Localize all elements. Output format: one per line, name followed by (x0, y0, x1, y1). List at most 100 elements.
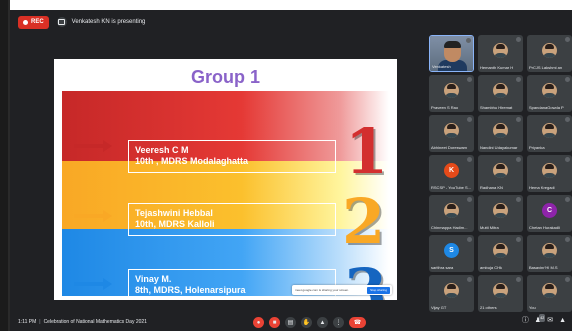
participant-name: Hemanth Kumar H (480, 65, 514, 70)
avatar (493, 203, 508, 218)
mic-status-icon (516, 237, 521, 242)
avatar (542, 83, 557, 98)
participant-tile[interactable]: C Chetan Hurakadli (527, 195, 572, 232)
mic-status-icon (565, 37, 570, 42)
participant-tile[interactable]: Radhana KN (478, 155, 523, 192)
winner-first-detail: 10th , MDRS Modalaghatta (135, 156, 249, 166)
slide-content: Veeresh C M 10th , MDRS Modalaghatta Tej… (62, 91, 389, 300)
presenting-icon (56, 17, 67, 27)
participant-tile[interactable]: Vijay GT (429, 275, 474, 312)
more-options-icon[interactable]: ⋮ (333, 317, 344, 328)
participant-name: Priyanka (529, 145, 545, 150)
mic-status-icon (467, 77, 472, 82)
avatar (542, 283, 557, 298)
present-icon[interactable]: ▲ (317, 317, 328, 328)
chat-icon[interactable]: ✉ (547, 317, 553, 325)
mic-status-icon (466, 38, 471, 43)
rank-number-2: 2 (342, 185, 386, 258)
participant-count: 42 (539, 314, 546, 322)
winner-second-name: Tejashwini Hebbal (135, 208, 213, 218)
share-notice-text: meet.google.com is sharing your screen. (295, 288, 350, 292)
side-controls: ⓘ ♟ 42 ✉ ▲ (522, 314, 566, 325)
participant-tile[interactable]: Ssarithra sara (429, 235, 474, 272)
participant-name: Abhineet Doreswam (431, 145, 468, 150)
activities-icon[interactable]: ▲ (559, 317, 566, 325)
winner-third-name: Vinay M. (135, 274, 172, 284)
mic-off-icon[interactable]: ● (253, 317, 264, 328)
mic-status-icon (516, 117, 521, 122)
meet-window: REC Venkatesh KN is presenting Group 1 V… (10, 10, 572, 331)
mic-status-icon (516, 197, 521, 202)
stop-sharing-button[interactable]: Stop sharing (367, 286, 390, 294)
participant-name: PrCJS Lakshmi an (529, 65, 563, 70)
camera-off-icon[interactable]: ■ (269, 317, 280, 328)
mic-status-icon (565, 277, 570, 282)
winner-second: Tejashwini Hebbal 10th, MDRS Kalloli (128, 203, 336, 236)
participant-name: RSCSP - YouTube S... (431, 185, 472, 190)
avatar (444, 83, 459, 98)
participant-name: sarithra sara (431, 265, 454, 270)
mic-status-icon (467, 197, 472, 202)
participant-name: Praveen S Rao (431, 105, 459, 110)
mic-status-icon (565, 237, 570, 242)
avatar (493, 83, 508, 98)
mic-status-icon (516, 157, 521, 162)
participant-name: Radhana KN (480, 185, 503, 190)
participant-tile[interactable]: Basavinr'HI M.S (527, 235, 572, 272)
participant-tile[interactable]: Venkatesh (429, 35, 474, 72)
mic-status-icon (467, 237, 472, 242)
participant-tile[interactable]: Hema Kregadi (527, 155, 572, 192)
recording-indicator: REC (18, 15, 49, 29)
mic-status-icon (467, 277, 472, 282)
participant-name: Mutti Mitra (480, 225, 499, 230)
time-separator: | (39, 319, 41, 325)
raise-hand-icon[interactable]: ✋ (301, 317, 312, 328)
people-icon[interactable]: ♟ 42 (535, 314, 546, 325)
participant-name: Venkatesh (432, 64, 451, 69)
participant-name: Basavinr'HI M.S (529, 265, 558, 270)
meeting-time: 1:11 PM (18, 319, 37, 325)
shared-screen: Group 1 Veeresh C M 10th , MDRS Modalagh… (54, 59, 397, 300)
recording-label: REC (31, 19, 44, 25)
participant-name: Hema Kregadi (529, 185, 555, 190)
participant-tile[interactable]: ambuja CHk (478, 235, 523, 272)
participant-name: Shambhu Hiremat (480, 105, 513, 110)
avatar (444, 203, 459, 218)
avatar: K (444, 163, 459, 178)
participant-name: Chinmappa Hadim... (431, 225, 468, 230)
screen-share-notice: meet.google.com is sharing your screen. … (292, 285, 392, 295)
avatar (542, 243, 557, 258)
participant-name: Nandini Udayakumar (480, 145, 518, 150)
avatar (444, 283, 459, 298)
participant-tile[interactable]: 21 others (478, 275, 523, 312)
avatar (542, 123, 557, 138)
participant-name: Chetan Hurakadli (529, 225, 560, 230)
captions-icon[interactable]: ▤ (285, 317, 296, 328)
participant-tile[interactable]: Nandini Udayakumar (478, 115, 523, 152)
avatar (542, 163, 557, 178)
avatar (444, 123, 459, 138)
mic-status-icon (565, 117, 570, 122)
mic-status-icon (516, 277, 521, 282)
participant-tile[interactable]: Priyanka (527, 115, 572, 152)
mic-status-icon (467, 117, 472, 122)
rank-number-1: 1 (345, 115, 389, 188)
end-call-icon[interactable]: ☎ (349, 317, 366, 328)
avatar (493, 123, 508, 138)
participant-tile[interactable]: You (527, 275, 572, 312)
info-icon[interactable]: ⓘ (522, 317, 529, 325)
participant-tile[interactable]: Abhineet Doreswam (429, 115, 474, 152)
participant-tile[interactable]: Praveen S Rao (429, 75, 474, 112)
avatar (493, 43, 508, 58)
winner-first: Veeresh C M 10th , MDRS Modalaghatta (128, 140, 336, 173)
call-controls: ● ■ ▤ ✋ ▲ ⋮ ☎ (253, 317, 366, 328)
top-bar: REC Venkatesh KN is presenting (10, 10, 572, 34)
bottom-bar: 1:11 PM | Celebration of National Mathem… (10, 313, 572, 331)
participant-tile[interactable]: SpandanaGowda P (527, 75, 572, 112)
participant-tile[interactable]: Shambhu Hiremat (478, 75, 523, 112)
participant-tile[interactable]: Chinmappa Hadim... (429, 195, 474, 232)
participant-tile[interactable]: Hemanth Kumar H (478, 35, 523, 72)
participant-tile[interactable]: K RSCSP - YouTube S... (429, 155, 474, 192)
participant-tile[interactable]: PrCJS Lakshmi an (527, 35, 572, 72)
participant-tile[interactable]: Mutti Mitra (478, 195, 523, 232)
